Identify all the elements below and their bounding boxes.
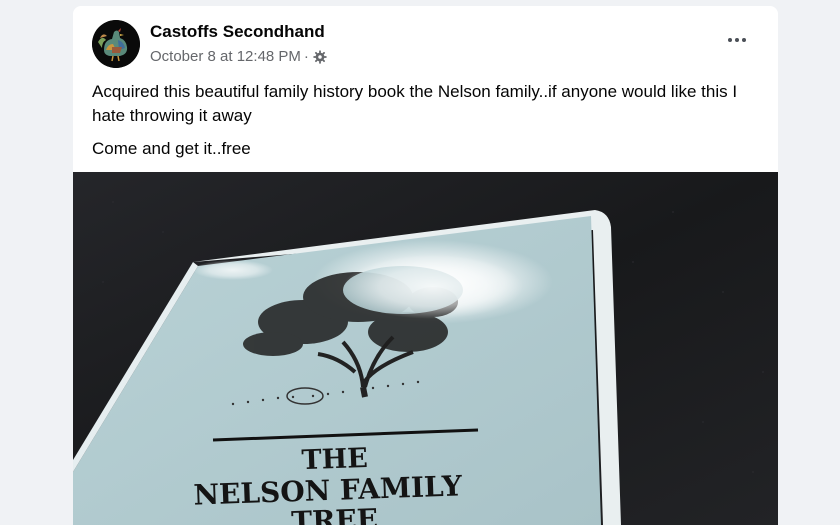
rooster-logo-icon (92, 20, 140, 68)
more-options-button[interactable] (723, 32, 751, 48)
post-paragraph: Acquired this beautiful family history b… (92, 82, 738, 125)
book-photo-image: THE NELSON FAMILY TREE (73, 172, 778, 525)
meta-separator: · (303, 48, 309, 65)
post-photo[interactable]: THE NELSON FAMILY TREE (73, 172, 778, 525)
post-card: Castoffs Secondhand October 8 at 12:48 P… (73, 6, 778, 525)
post-text: Acquired this beautiful family history b… (92, 80, 767, 170)
post-meta: October 8 at 12:48 PM · (150, 48, 327, 65)
post-paragraph: Come and get it..free (92, 139, 251, 158)
page-avatar[interactable] (92, 20, 140, 68)
post-author-name[interactable]: Castoffs Secondhand (150, 22, 325, 42)
more-dot (735, 38, 739, 42)
gear-icon[interactable] (313, 49, 327, 64)
post-timestamp[interactable]: October 8 at 12:48 PM (150, 48, 301, 65)
book-title-line1: THE (301, 443, 368, 476)
more-options-icon (728, 38, 732, 42)
more-dot (742, 38, 746, 42)
book-title-line3: TREE (291, 503, 379, 525)
post-header: Castoffs Secondhand October 8 at 12:48 P… (73, 6, 778, 76)
